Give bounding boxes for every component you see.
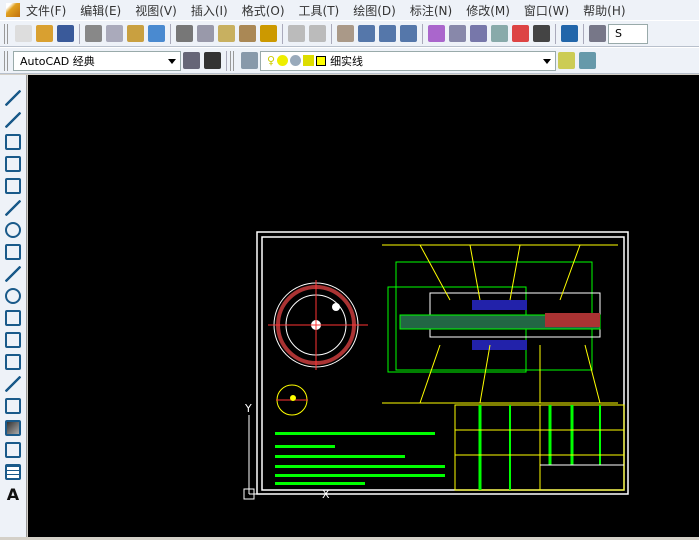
notes-block xyxy=(275,432,445,485)
make-layer-current-icon[interactable] xyxy=(558,52,575,69)
rectangle-icon[interactable] xyxy=(5,178,21,194)
detail-view xyxy=(276,384,308,416)
layer-combo[interactable]: ♀ 细实线 xyxy=(260,50,556,71)
publish-icon[interactable] xyxy=(127,25,144,42)
print-icon[interactable] xyxy=(85,25,102,42)
workspace-value: AutoCAD 经典 xyxy=(20,54,95,68)
menu-edit[interactable]: 编辑(E) xyxy=(80,2,121,19)
menu-file[interactable]: 文件(F) xyxy=(26,2,66,19)
standard-toolbar: S xyxy=(0,20,699,47)
ellipse-icon[interactable] xyxy=(5,288,21,304)
multiline-text-icon[interactable]: A xyxy=(7,485,19,504)
menu-format[interactable]: 格式(O) xyxy=(242,2,285,19)
menu-draw[interactable]: 绘图(D) xyxy=(353,2,396,19)
workspace-combo[interactable]: AutoCAD 经典 xyxy=(13,50,181,71)
ucs-y-label: Y xyxy=(244,402,252,415)
menu-window[interactable]: 窗口(W) xyxy=(524,2,569,19)
calculator-icon[interactable] xyxy=(533,25,550,42)
polyline-icon[interactable] xyxy=(5,134,21,150)
open-icon[interactable] xyxy=(36,25,53,42)
line-icon[interactable] xyxy=(5,90,21,106)
insert-block-icon[interactable] xyxy=(5,332,21,348)
toolbar-grip[interactable] xyxy=(230,50,234,71)
divider xyxy=(79,23,80,44)
text-style-combo[interactable]: S xyxy=(608,23,648,44)
divider xyxy=(170,23,171,44)
chevron-down-icon xyxy=(168,58,176,64)
layer-previous-icon[interactable] xyxy=(579,52,596,69)
web-icon[interactable] xyxy=(148,25,165,42)
divider xyxy=(422,23,423,44)
markup-icon[interactable] xyxy=(512,25,529,42)
zoom-previous-icon[interactable] xyxy=(400,25,417,42)
toolbar-grip[interactable] xyxy=(4,50,8,71)
block-editor-icon[interactable] xyxy=(260,25,277,42)
sheet-set-icon[interactable] xyxy=(491,25,508,42)
chevron-down-icon xyxy=(543,58,551,64)
divider xyxy=(282,23,283,44)
text-style-value: S xyxy=(615,27,622,40)
tool-palettes-icon[interactable] xyxy=(470,25,487,42)
print-preview-icon[interactable] xyxy=(106,25,123,42)
draw-toolbar: A xyxy=(0,75,27,537)
menu-view[interactable]: 视图(V) xyxy=(135,2,177,19)
ellipse-arc-icon[interactable] xyxy=(5,310,21,326)
circle-icon[interactable] xyxy=(5,222,21,238)
menu-insert[interactable]: 插入(I) xyxy=(191,2,228,19)
table-icon[interactable] xyxy=(5,464,21,480)
layer-value: 细实线 xyxy=(330,54,364,68)
polygon-icon[interactable] xyxy=(5,156,21,172)
cut-icon[interactable] xyxy=(176,25,193,42)
workspace-settings-icon[interactable] xyxy=(183,52,200,69)
divider xyxy=(555,23,556,44)
gradient-icon[interactable] xyxy=(5,420,21,436)
menu-tools[interactable]: 工具(T) xyxy=(299,2,340,19)
my-workspace-icon[interactable] xyxy=(204,52,221,69)
divider xyxy=(331,23,332,44)
menu-dimension[interactable]: 标注(N) xyxy=(410,2,452,19)
copy-icon[interactable] xyxy=(197,25,214,42)
new-icon[interactable] xyxy=(15,25,32,42)
sun-icon xyxy=(277,55,289,66)
lightbulb-icon: ♀ xyxy=(267,54,276,67)
zoom-window-icon[interactable] xyxy=(379,25,396,42)
divider xyxy=(226,50,227,71)
paste-icon[interactable] xyxy=(218,25,235,42)
point-icon[interactable] xyxy=(5,376,21,392)
save-icon[interactable] xyxy=(57,25,74,42)
pan-icon[interactable] xyxy=(337,25,354,42)
autocad-logo-icon xyxy=(6,3,20,17)
menu-help[interactable]: 帮助(H) xyxy=(583,2,625,19)
construction-line-icon[interactable] xyxy=(5,112,21,128)
divider xyxy=(583,23,584,44)
layer-manager-icon[interactable] xyxy=(241,52,258,69)
spindle-section-view xyxy=(382,244,618,404)
drawing-canvas[interactable]: Y X xyxy=(28,75,699,537)
title-block-table xyxy=(454,404,625,491)
layer-color-swatch xyxy=(316,55,327,66)
toolbar-grip[interactable] xyxy=(4,23,8,44)
make-block-icon[interactable] xyxy=(5,354,21,370)
redo-icon[interactable] xyxy=(309,25,326,42)
arc-icon[interactable] xyxy=(5,200,21,216)
undo-icon[interactable] xyxy=(288,25,305,42)
menu-bar: 文件(F) 编辑(E) 视图(V) 插入(I) 格式(O) 工具(T) 绘图(D… xyxy=(0,0,699,20)
drawing-svg: Y X xyxy=(243,231,629,501)
viewport-freeze-icon xyxy=(290,55,302,66)
hatch-icon[interactable] xyxy=(5,398,21,414)
text-style-icon[interactable] xyxy=(589,25,606,42)
layers-toolbar: AutoCAD 经典 ♀ 细实线 xyxy=(0,47,699,74)
region-icon[interactable] xyxy=(5,442,21,458)
ucs-x-label: X xyxy=(322,488,330,501)
properties-icon[interactable] xyxy=(428,25,445,42)
lock-icon xyxy=(303,55,315,66)
spline-icon[interactable] xyxy=(5,266,21,282)
zoom-realtime-icon[interactable] xyxy=(358,25,375,42)
match-properties-icon[interactable] xyxy=(239,25,256,42)
help-icon[interactable] xyxy=(561,25,578,42)
flange-view xyxy=(268,280,368,370)
design-center-icon[interactable] xyxy=(449,25,466,42)
revision-cloud-icon[interactable] xyxy=(5,244,21,260)
menu-modify[interactable]: 修改(M) xyxy=(466,2,510,19)
